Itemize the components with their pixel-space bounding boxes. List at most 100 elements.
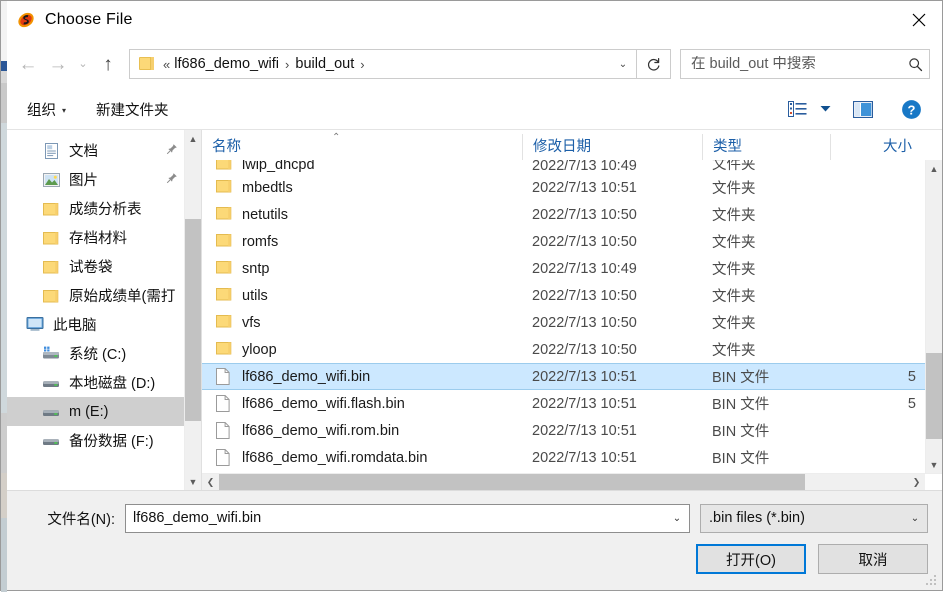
file-name: lf686_demo_wifi.bin xyxy=(242,368,371,385)
table-row[interactable]: yloop 2022/7/13 10:50 文件夹 xyxy=(202,336,925,363)
sidebar-scroll-down-chevron-down-icon[interactable]: ▼ xyxy=(185,473,201,490)
hscroll-left-chevron-left-icon[interactable]: ❮ xyxy=(202,474,219,490)
search-icon[interactable] xyxy=(901,50,929,78)
file-scroll-thumb[interactable] xyxy=(926,352,942,440)
column-header-type-label: 类型 xyxy=(713,139,742,155)
file-type: 文件夹 xyxy=(712,181,756,197)
table-row[interactable]: lwip_dhcpd 2022/7/13 10:49 文件夹 xyxy=(202,160,925,174)
table-row[interactable]: lf686_demo_wifi.flash.bin 2022/7/13 10:51… xyxy=(202,390,925,417)
filename-combobox[interactable]: ⌄ xyxy=(125,503,690,533)
table-row[interactable]: netutils 2022/7/13 10:50 文件夹 xyxy=(202,201,925,228)
breadcrumb-chevron-down-icon[interactable]: ⌄ xyxy=(610,50,636,78)
column-header-type[interactable]: 类型 xyxy=(702,134,830,160)
sidebar-item-5[interactable]: 原始成绩单(需打 xyxy=(1,281,184,310)
breadcrumb-separator-0[interactable]: › xyxy=(279,57,295,72)
table-row[interactable]: lf686_demo_wifi.bin 2022/7/13 10:51 BIN 文件… xyxy=(202,363,925,390)
arrow-left-icon[interactable]: ← xyxy=(13,49,43,79)
hscroll-thumb[interactable] xyxy=(219,474,805,490)
file-name-cell: lwip_dhcpd xyxy=(202,160,522,174)
column-header-size[interactable]: 大小 xyxy=(830,134,920,160)
sidebar-scroll-track[interactable] xyxy=(185,147,201,473)
breadcrumb-item-0[interactable]: lf686_demo_wifi xyxy=(174,56,279,72)
sidebar-item-2[interactable]: 成绩分析表 xyxy=(1,194,184,223)
cancel-button[interactable]: 取消 xyxy=(818,544,928,574)
breadcrumb-overflow[interactable]: « xyxy=(163,57,174,72)
close-icon[interactable] xyxy=(896,1,942,39)
breadcrumb-separator-1[interactable]: › xyxy=(354,57,370,72)
file-type: 文件夹 xyxy=(712,262,756,278)
help-icon[interactable]: ? xyxy=(894,94,928,124)
table-row[interactable]: lf686_demo_wifi.romdata.bin 2022/7/13 10:… xyxy=(202,444,925,471)
breadcrumb[interactable]: « lf686_demo_wifi › build_out › ⌄ xyxy=(129,49,637,79)
folder-icon xyxy=(216,160,234,174)
table-row[interactable]: lf686_demo_wifi.rom.bin 2022/7/13 10:51 BI… xyxy=(202,417,925,444)
sidebar-item-1[interactable]: 图片 xyxy=(1,165,184,194)
sidebar-item-7[interactable]: 系统 (C:) xyxy=(1,339,184,368)
column-header-name[interactable]: ⌃ 名称 xyxy=(202,132,522,160)
sidebar-item-10[interactable]: 备份数据 (F:) xyxy=(1,426,184,455)
file-date: 2022/7/13 10:50 xyxy=(532,206,637,223)
filename-chevron-down-icon[interactable]: ⌄ xyxy=(665,505,689,532)
file-type: 文件夹 xyxy=(712,208,756,224)
file-date: 2022/7/13 10:50 xyxy=(532,314,637,331)
file-name-cell: yloop xyxy=(202,341,522,359)
table-row[interactable]: mbedtls 2022/7/13 10:51 文件夹 xyxy=(202,174,925,201)
new-folder-button[interactable]: 新建文件夹 xyxy=(90,95,175,123)
file-name: lwip_dhcpd xyxy=(242,160,315,173)
pin-icon[interactable] xyxy=(166,172,180,187)
sidebar-item-0[interactable]: 文档 xyxy=(1,136,184,165)
file-name-cell: sntp xyxy=(202,260,522,278)
documents-icon xyxy=(41,142,61,160)
sidebar-scroll-thumb[interactable] xyxy=(185,218,201,421)
refresh-icon[interactable] xyxy=(637,49,671,79)
filename-input[interactable] xyxy=(126,510,665,526)
search-input[interactable] xyxy=(681,56,901,72)
sidebar-item-4[interactable]: 试卷袋 xyxy=(1,252,184,281)
table-row[interactable]: sntp 2022/7/13 10:49 文件夹 xyxy=(202,255,925,282)
file-scroll-down-chevron-down-icon[interactable]: ▼ xyxy=(926,456,942,473)
hscroll-track[interactable] xyxy=(219,474,908,490)
file-size: 5 xyxy=(907,395,916,412)
sidebar-item-label: 此电脑 xyxy=(53,318,97,334)
hscroll-right-chevron-right-icon[interactable]: ❯ xyxy=(908,474,925,490)
breadcrumb-item-1[interactable]: build_out xyxy=(295,56,354,72)
folder-icon xyxy=(216,341,234,359)
file-list-scrollbar[interactable]: ▲ ▼ xyxy=(925,160,942,473)
view-list-icon[interactable] xyxy=(780,94,814,124)
preview-pane-icon[interactable] xyxy=(846,94,880,124)
file-name-cell: netutils xyxy=(202,206,522,224)
table-row[interactable]: romfs 2022/7/13 10:50 文件夹 xyxy=(202,228,925,255)
view-options-chevron-down-icon[interactable] xyxy=(814,94,836,124)
recent-locations-chevron-down-icon[interactable]: ⌄ xyxy=(73,49,93,79)
file-rows-area: lwip_dhcpd 2022/7/13 10:49 文件夹 mbedtls 2022/… xyxy=(202,160,942,473)
file-scroll-up-chevron-up-icon[interactable]: ▲ xyxy=(926,160,942,177)
file-date: 2022/7/13 10:49 xyxy=(532,160,637,174)
resize-grip-icon[interactable] xyxy=(926,575,938,587)
window-title: Choose File xyxy=(45,11,133,28)
file-name-cell: lf686_demo_wifi.bin xyxy=(202,367,522,386)
sidebar-item-3[interactable]: 存档材料 xyxy=(1,223,184,252)
folder-icon xyxy=(216,233,234,251)
sidebar-item-8[interactable]: 本地磁盘 (D:) xyxy=(1,368,184,397)
file-type-filter-chevron-down-icon[interactable]: ⌄ xyxy=(903,505,927,532)
file-list-pane: ⌃ 名称 修改日期 类型 大小 lwip_dhcpd 2022/7/13 10:4… xyxy=(201,130,942,490)
table-row[interactable]: utils 2022/7/13 10:50 文件夹 xyxy=(202,282,925,309)
sidebar-item-6[interactable]: 此电脑 xyxy=(1,310,184,339)
column-header-date[interactable]: 修改日期 xyxy=(522,134,702,160)
open-button[interactable]: 打开(O) xyxy=(696,544,806,574)
sidebar-item-9[interactable]: m (E:) xyxy=(1,397,184,426)
sidebar-scrollbar[interactable]: ▲ ▼ xyxy=(184,130,201,490)
arrow-right-icon[interactable]: → xyxy=(43,49,73,79)
search-box[interactable] xyxy=(680,49,930,79)
dialog-buttons: 打开(O) 取消 xyxy=(15,544,928,574)
pin-icon[interactable] xyxy=(166,143,180,158)
folder-icon xyxy=(41,229,61,247)
organize-button[interactable]: 组织 ▾ xyxy=(21,95,72,123)
file-type-filter-combobox[interactable]: .bin files (*.bin) ⌄ xyxy=(700,503,928,533)
sidebar-scroll-up-chevron-up-icon[interactable]: ▲ xyxy=(185,130,201,147)
file-scroll-track[interactable] xyxy=(926,177,942,456)
file-name: lf686_demo_wifi.flash.bin xyxy=(242,395,405,412)
file-list-horizontal-scrollbar[interactable]: ❮ ❯ xyxy=(202,473,942,490)
table-row[interactable]: vfs 2022/7/13 10:50 文件夹 xyxy=(202,309,925,336)
arrow-up-icon[interactable]: ↑ xyxy=(93,49,123,79)
